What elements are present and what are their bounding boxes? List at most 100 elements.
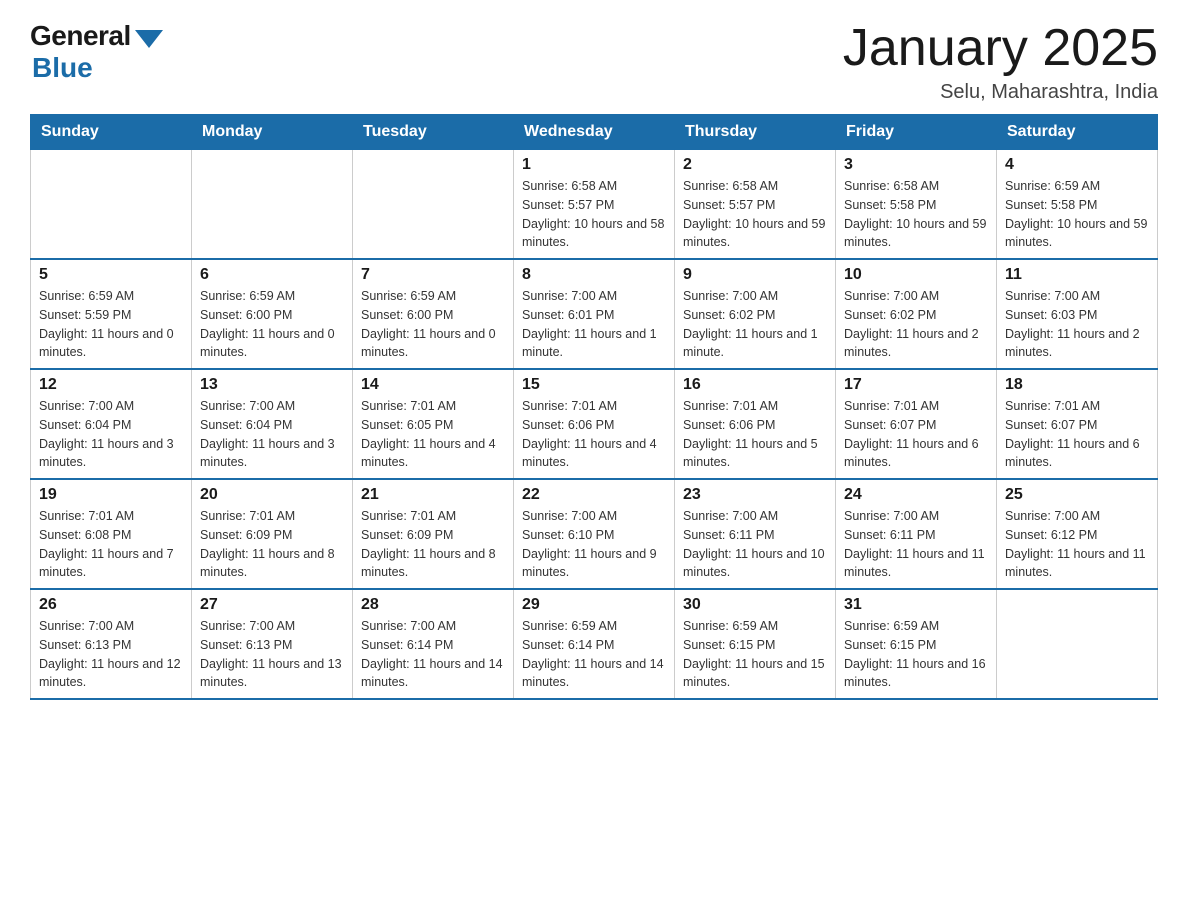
day-info: Sunrise: 7:00 AMSunset: 6:02 PMDaylight:… bbox=[844, 287, 988, 362]
calendar-cell: 17 Sunrise: 7:01 AMSunset: 6:07 PMDayligh… bbox=[836, 369, 997, 479]
logo-arrow-icon bbox=[135, 30, 163, 48]
day-number: 24 bbox=[844, 486, 988, 504]
day-info: Sunrise: 7:01 AMSunset: 6:07 PMDaylight:… bbox=[844, 397, 988, 472]
calendar-cell: 28Sunrise: 7:00 AMSunset: 6:14 PMDayligh… bbox=[353, 589, 514, 699]
header-day-friday: Friday bbox=[836, 115, 997, 150]
day-info: Sunrise: 6:59 AMSunset: 6:00 PMDaylight:… bbox=[361, 287, 505, 362]
header-day-monday: Monday bbox=[192, 115, 353, 150]
calendar-header: SundayMondayTuesdayWednesdayThursdayFrid… bbox=[31, 115, 1158, 150]
calendar-cell: 24Sunrise: 7:00 AMSunset: 6:11 PMDayligh… bbox=[836, 479, 997, 589]
calendar-cell: 2 Sunrise: 6:58 AMSunset: 5:57 PMDaylight… bbox=[675, 150, 836, 260]
calendar-cell bbox=[353, 150, 514, 260]
calendar-cell: 12Sunrise: 7:00 AMSunset: 6:04 PMDayligh… bbox=[31, 369, 192, 479]
day-number: 25 bbox=[1005, 486, 1149, 504]
day-number: 26 bbox=[39, 596, 183, 614]
day-number: 4 bbox=[1005, 156, 1149, 174]
day-info: Sunrise: 6:59 AMSunset: 6:15 PMDaylight:… bbox=[844, 617, 988, 692]
day-number: 12 bbox=[39, 376, 183, 394]
day-info: Sunrise: 7:00 AMSunset: 6:13 PMDaylight:… bbox=[200, 617, 344, 692]
header-day-saturday: Saturday bbox=[997, 115, 1158, 150]
day-info: Sunrise: 7:01 AMSunset: 6:08 PMDaylight:… bbox=[39, 507, 183, 582]
day-number: 18 bbox=[1005, 376, 1149, 394]
calendar-cell: 27 Sunrise: 7:00 AMSunset: 6:13 PMDayligh… bbox=[192, 589, 353, 699]
calendar-cell: 20 Sunrise: 7:01 AMSunset: 6:09 PMDayligh… bbox=[192, 479, 353, 589]
calendar-cell: 6Sunrise: 6:59 AMSunset: 6:00 PMDaylight… bbox=[192, 259, 353, 369]
day-number: 17 bbox=[844, 376, 988, 394]
day-number: 11 bbox=[1005, 266, 1149, 284]
calendar-cell: 14Sunrise: 7:01 AMSunset: 6:05 PMDayligh… bbox=[353, 369, 514, 479]
calendar-cell: 7Sunrise: 6:59 AMSunset: 6:00 PMDaylight… bbox=[353, 259, 514, 369]
calendar-cell: 15 Sunrise: 7:01 AMSunset: 6:06 PMDayligh… bbox=[514, 369, 675, 479]
day-info: Sunrise: 7:00 AMSunset: 6:11 PMDaylight:… bbox=[683, 507, 827, 582]
calendar-cell: 5 Sunrise: 6:59 AMSunset: 5:59 PMDaylight… bbox=[31, 259, 192, 369]
day-number: 27 bbox=[200, 596, 344, 614]
calendar-cell: 23 Sunrise: 7:00 AMSunset: 6:11 PMDayligh… bbox=[675, 479, 836, 589]
day-info: Sunrise: 7:01 AMSunset: 6:06 PMDaylight:… bbox=[683, 397, 827, 472]
day-info: Sunrise: 7:01 AMSunset: 6:05 PMDaylight:… bbox=[361, 397, 505, 472]
logo-blue-text: Blue bbox=[32, 52, 93, 84]
day-info: Sunrise: 6:58 AMSunset: 5:57 PMDaylight:… bbox=[683, 177, 827, 252]
day-info: Sunrise: 7:00 AMSunset: 6:01 PMDaylight:… bbox=[522, 287, 666, 362]
day-number: 22 bbox=[522, 486, 666, 504]
calendar-cell: 3 Sunrise: 6:58 AMSunset: 5:58 PMDaylight… bbox=[836, 150, 997, 260]
day-number: 23 bbox=[683, 486, 827, 504]
calendar-body: 1 Sunrise: 6:58 AMSunset: 5:57 PMDaylight… bbox=[31, 150, 1158, 700]
day-number: 3 bbox=[844, 156, 988, 174]
day-number: 20 bbox=[200, 486, 344, 504]
day-number: 15 bbox=[522, 376, 666, 394]
calendar-cell: 25 Sunrise: 7:00 AMSunset: 6:12 PMDayligh… bbox=[997, 479, 1158, 589]
calendar-subtitle: Selu, Maharashtra, India bbox=[843, 81, 1158, 104]
day-number: 1 bbox=[522, 156, 666, 174]
logo-general-text: General bbox=[30, 20, 131, 52]
day-info: Sunrise: 6:59 AMSunset: 6:14 PMDaylight:… bbox=[522, 617, 666, 692]
day-number: 29 bbox=[522, 596, 666, 614]
day-info: Sunrise: 6:59 AMSunset: 5:59 PMDaylight:… bbox=[39, 287, 183, 362]
header-day-wednesday: Wednesday bbox=[514, 115, 675, 150]
calendar-cell: 22Sunrise: 7:00 AMSunset: 6:10 PMDayligh… bbox=[514, 479, 675, 589]
header-day-sunday: Sunday bbox=[31, 115, 192, 150]
day-number: 13 bbox=[200, 376, 344, 394]
day-info: Sunrise: 6:59 AMSunset: 6:00 PMDaylight:… bbox=[200, 287, 344, 362]
calendar-title: January 2025 bbox=[843, 20, 1158, 77]
title-block: January 2025 Selu, Maharashtra, India bbox=[843, 20, 1158, 104]
day-info: Sunrise: 7:01 AMSunset: 6:06 PMDaylight:… bbox=[522, 397, 666, 472]
day-info: Sunrise: 6:58 AMSunset: 5:58 PMDaylight:… bbox=[844, 177, 988, 252]
day-info: Sunrise: 7:00 AMSunset: 6:02 PMDaylight:… bbox=[683, 287, 827, 362]
day-info: Sunrise: 7:00 AMSunset: 6:04 PMDaylight:… bbox=[200, 397, 344, 472]
day-info: Sunrise: 6:58 AMSunset: 5:57 PMDaylight:… bbox=[522, 177, 666, 252]
calendar-cell: 13 Sunrise: 7:00 AMSunset: 6:04 PMDayligh… bbox=[192, 369, 353, 479]
day-number: 30 bbox=[683, 596, 827, 614]
header-row: SundayMondayTuesdayWednesdayThursdayFrid… bbox=[31, 115, 1158, 150]
calendar-week-2: 5 Sunrise: 6:59 AMSunset: 5:59 PMDaylight… bbox=[31, 259, 1158, 369]
day-number: 8 bbox=[522, 266, 666, 284]
calendar-table: SundayMondayTuesdayWednesdayThursdayFrid… bbox=[30, 114, 1158, 700]
calendar-cell: 29 Sunrise: 6:59 AMSunset: 6:14 PMDayligh… bbox=[514, 589, 675, 699]
day-info: Sunrise: 7:00 AMSunset: 6:12 PMDaylight:… bbox=[1005, 507, 1149, 582]
calendar-cell: 4 Sunrise: 6:59 AMSunset: 5:58 PMDaylight… bbox=[997, 150, 1158, 260]
day-info: Sunrise: 6:59 AMSunset: 6:15 PMDaylight:… bbox=[683, 617, 827, 692]
day-info: Sunrise: 7:01 AMSunset: 6:09 PMDaylight:… bbox=[361, 507, 505, 582]
header-day-tuesday: Tuesday bbox=[353, 115, 514, 150]
calendar-cell: 31Sunrise: 6:59 AMSunset: 6:15 PMDayligh… bbox=[836, 589, 997, 699]
calendar-cell: 21 Sunrise: 7:01 AMSunset: 6:09 PMDayligh… bbox=[353, 479, 514, 589]
calendar-week-4: 19 Sunrise: 7:01 AMSunset: 6:08 PMDayligh… bbox=[31, 479, 1158, 589]
calendar-cell: 16 Sunrise: 7:01 AMSunset: 6:06 PMDayligh… bbox=[675, 369, 836, 479]
logo: General Blue bbox=[30, 20, 163, 84]
page-header: General Blue January 2025 Selu, Maharash… bbox=[30, 20, 1158, 104]
day-number: 19 bbox=[39, 486, 183, 504]
day-info: Sunrise: 7:00 AMSunset: 6:03 PMDaylight:… bbox=[1005, 287, 1149, 362]
day-number: 2 bbox=[683, 156, 827, 174]
calendar-week-5: 26 Sunrise: 7:00 AMSunset: 6:13 PMDayligh… bbox=[31, 589, 1158, 699]
calendar-cell bbox=[997, 589, 1158, 699]
day-info: Sunrise: 7:00 AMSunset: 6:13 PMDaylight:… bbox=[39, 617, 183, 692]
day-number: 16 bbox=[683, 376, 827, 394]
day-info: Sunrise: 6:59 AMSunset: 5:58 PMDaylight:… bbox=[1005, 177, 1149, 252]
calendar-cell: 9Sunrise: 7:00 AMSunset: 6:02 PMDaylight… bbox=[675, 259, 836, 369]
day-number: 28 bbox=[361, 596, 505, 614]
calendar-cell bbox=[192, 150, 353, 260]
day-number: 21 bbox=[361, 486, 505, 504]
day-number: 10 bbox=[844, 266, 988, 284]
calendar-cell bbox=[31, 150, 192, 260]
day-number: 5 bbox=[39, 266, 183, 284]
day-info: Sunrise: 7:01 AMSunset: 6:09 PMDaylight:… bbox=[200, 507, 344, 582]
